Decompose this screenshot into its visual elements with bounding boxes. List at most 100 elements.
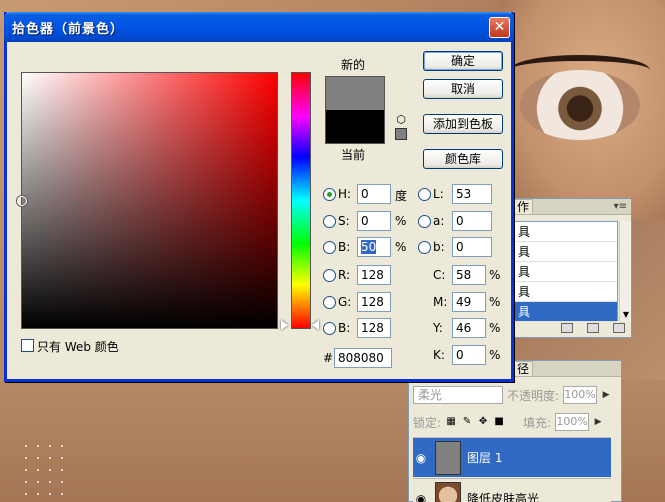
- lock-row: 锁定: ▦ ✎ ✥ ■ 填充: 100% ▶: [413, 411, 621, 433]
- layer-thumbnail: [435, 481, 461, 502]
- action-list: 具 具 具 具 具: [513, 221, 618, 322]
- out-of-gamut-cube-icon[interactable]: ⬡: [395, 114, 407, 126]
- lock-all-icon[interactable]: ■: [493, 416, 505, 428]
- hue-slider-right-arrow[interactable]: [312, 320, 319, 330]
- color-picker-dialog: 拾色器（前景色） ✕ 新的 当前 ⬡ 确定 取消 添加到色板 颜色库 H: 0 …: [4, 12, 514, 382]
- c-unit: %: [489, 268, 501, 282]
- opacity-arrow-icon[interactable]: ▶: [601, 386, 611, 404]
- lock-move-icon[interactable]: ✥: [477, 416, 489, 428]
- cancel-button[interactable]: 取消: [423, 79, 503, 99]
- action-scrollbar[interactable]: ▼: [619, 221, 631, 321]
- lab-b-label: b:: [433, 240, 445, 254]
- l-input[interactable]: 53: [452, 184, 492, 204]
- hex-label: #: [323, 351, 334, 365]
- layer-row-selected[interactable]: ◉ 图层 1: [413, 437, 611, 477]
- lock-label: 锁定:: [413, 415, 442, 430]
- layer-name: 图层 1: [467, 451, 503, 465]
- action-row-selected[interactable]: 具: [514, 302, 617, 322]
- hue-slider[interactable]: [291, 72, 311, 329]
- actions-panel-header: 作 ▾≡: [509, 199, 631, 215]
- g-input[interactable]: 128: [357, 292, 391, 312]
- a-radio[interactable]: [418, 215, 431, 228]
- k-input[interactable]: 0: [452, 345, 486, 365]
- add-to-swatches-button[interactable]: 添加到色板: [423, 114, 503, 134]
- hex-input[interactable]: 808080: [334, 348, 392, 368]
- blue-label: B:: [338, 321, 351, 335]
- web-safe-swatch[interactable]: [395, 128, 407, 140]
- l-label: L:: [433, 187, 444, 201]
- y-unit: %: [489, 321, 501, 335]
- g-radio[interactable]: [323, 296, 336, 309]
- opacity-input[interactable]: 100%: [563, 386, 598, 404]
- lock-brush-icon[interactable]: ✎: [461, 416, 473, 428]
- ok-button[interactable]: 确定: [423, 51, 503, 71]
- blue-input[interactable]: 128: [357, 318, 391, 338]
- s-unit: %: [395, 214, 407, 228]
- l-radio[interactable]: [418, 188, 431, 201]
- h-input[interactable]: 0: [357, 184, 391, 204]
- actions-tab[interactable]: 作: [513, 199, 534, 214]
- a-input[interactable]: 0: [452, 211, 492, 231]
- fill-arrow-icon[interactable]: ▶: [593, 413, 603, 431]
- r-label: R:: [338, 268, 351, 282]
- lab-b-radio[interactable]: [418, 241, 431, 254]
- c-label: C:: [433, 268, 446, 282]
- title-bar[interactable]: 拾色器（前景色） ✕: [4, 12, 514, 42]
- action-row[interactable]: 具: [514, 242, 617, 262]
- layer-row[interactable]: ◉ 降低皮肤高光: [413, 478, 611, 502]
- earring: [20, 440, 70, 502]
- new-color-swatch: [325, 76, 385, 110]
- web-colors-only-label: 只有 Web 颜色: [37, 340, 119, 354]
- b-label: B:: [338, 240, 351, 254]
- b-radio[interactable]: [323, 241, 336, 254]
- r-input[interactable]: 128: [357, 265, 391, 285]
- color-field-marker[interactable]: [17, 196, 27, 206]
- action-footer: [513, 323, 631, 337]
- web-colors-only-checkbox[interactable]: [21, 339, 34, 352]
- eye: [520, 70, 640, 140]
- b-input[interactable]: 50: [357, 237, 391, 257]
- y-input[interactable]: 46: [452, 318, 486, 338]
- layer-thumbnail: [435, 440, 461, 475]
- h-radio[interactable]: [323, 188, 336, 201]
- panel-menu-icon[interactable]: ▾≡: [614, 201, 627, 212]
- blend-mode-select[interactable]: 柔光: [413, 386, 503, 404]
- lock-transparency-icon[interactable]: ▦: [445, 416, 457, 428]
- fill-input[interactable]: 100%: [555, 413, 590, 431]
- action-row[interactable]: 具: [514, 222, 617, 242]
- y-label: Y:: [433, 321, 443, 335]
- color-field[interactable]: [17, 72, 278, 329]
- k-unit: %: [489, 348, 501, 362]
- scroll-down-icon[interactable]: ▼: [620, 309, 632, 321]
- action-row[interactable]: 具: [514, 262, 617, 282]
- new-color-label: 新的: [341, 58, 366, 72]
- s-label: S:: [338, 214, 350, 228]
- close-button[interactable]: ✕: [489, 17, 510, 38]
- visibility-eye-icon[interactable]: ◉: [413, 450, 429, 466]
- m-input[interactable]: 49: [452, 292, 486, 312]
- s-input[interactable]: 0: [357, 211, 391, 231]
- new-action-icon[interactable]: [587, 323, 599, 333]
- s-radio[interactable]: [323, 215, 336, 228]
- h-label: H:: [338, 187, 352, 201]
- g-label: G:: [338, 295, 352, 309]
- m-label: M:: [433, 295, 448, 309]
- b-unit: %: [395, 240, 407, 254]
- paths-tab[interactable]: 径: [513, 361, 534, 376]
- a-label: a:: [433, 214, 445, 228]
- hue-slider-left-arrow[interactable]: [281, 320, 288, 330]
- current-color-swatch[interactable]: [325, 110, 385, 144]
- visibility-eye-icon[interactable]: ◉: [413, 491, 429, 502]
- actions-panel: 作 ▾≡ 具 具 具 具 具 ▼: [508, 198, 632, 338]
- dialog-title: 拾色器（前景色）: [12, 21, 125, 37]
- action-row[interactable]: 具: [514, 282, 617, 302]
- layer-name: 降低皮肤高光: [467, 492, 540, 502]
- k-label: K:: [433, 348, 445, 362]
- trash-icon[interactable]: [613, 323, 625, 333]
- color-libraries-button[interactable]: 颜色库: [423, 149, 503, 169]
- stop-icon[interactable]: [561, 323, 573, 333]
- c-input[interactable]: 58: [452, 265, 486, 285]
- r-radio[interactable]: [323, 269, 336, 282]
- blue-radio[interactable]: [323, 322, 336, 335]
- lab-b-input[interactable]: 0: [452, 237, 492, 257]
